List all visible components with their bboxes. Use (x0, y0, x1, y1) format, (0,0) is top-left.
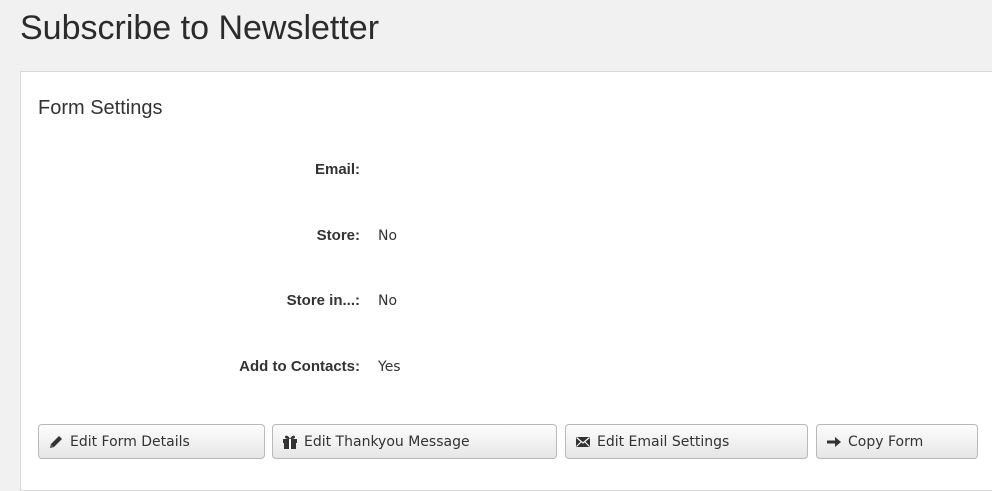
page-title: Subscribe to Newsletter (20, 9, 380, 47)
edit-thankyou-message-button[interactable]: Edit Thankyou Message (272, 424, 557, 459)
add-to-contacts-value: Yes (378, 359, 401, 375)
field-row-store: Store: No (21, 226, 721, 246)
store-label: Store: (316, 227, 360, 244)
field-row-store-in: Store in...: No (21, 291, 721, 311)
add-to-contacts-label: Add to Contacts: (239, 358, 360, 375)
edit-form-details-button[interactable]: Edit Form Details (38, 424, 265, 459)
panel-title: Form Settings (38, 97, 163, 119)
copy-form-label: Copy Form (848, 433, 924, 450)
pencil-icon (48, 434, 64, 450)
copy-form-button[interactable]: Copy Form (816, 424, 978, 459)
edit-email-settings-label: Edit Email Settings (597, 433, 730, 450)
edit-thankyou-message-label: Edit Thankyou Message (304, 433, 470, 450)
field-row-email: Email: (21, 160, 721, 180)
arrow-right-icon (826, 434, 842, 450)
gift-icon (282, 434, 298, 450)
edit-email-settings-button[interactable]: Edit Email Settings (565, 424, 808, 459)
field-row-add-to-contacts: Add to Contacts: Yes (21, 357, 721, 377)
edit-form-details-label: Edit Form Details (70, 433, 190, 450)
store-in-value: No (378, 293, 398, 309)
email-label: Email: (314, 161, 360, 178)
envelope-icon (575, 434, 591, 450)
store-in-label: Store in...: (286, 292, 360, 309)
store-value: No (378, 228, 398, 244)
